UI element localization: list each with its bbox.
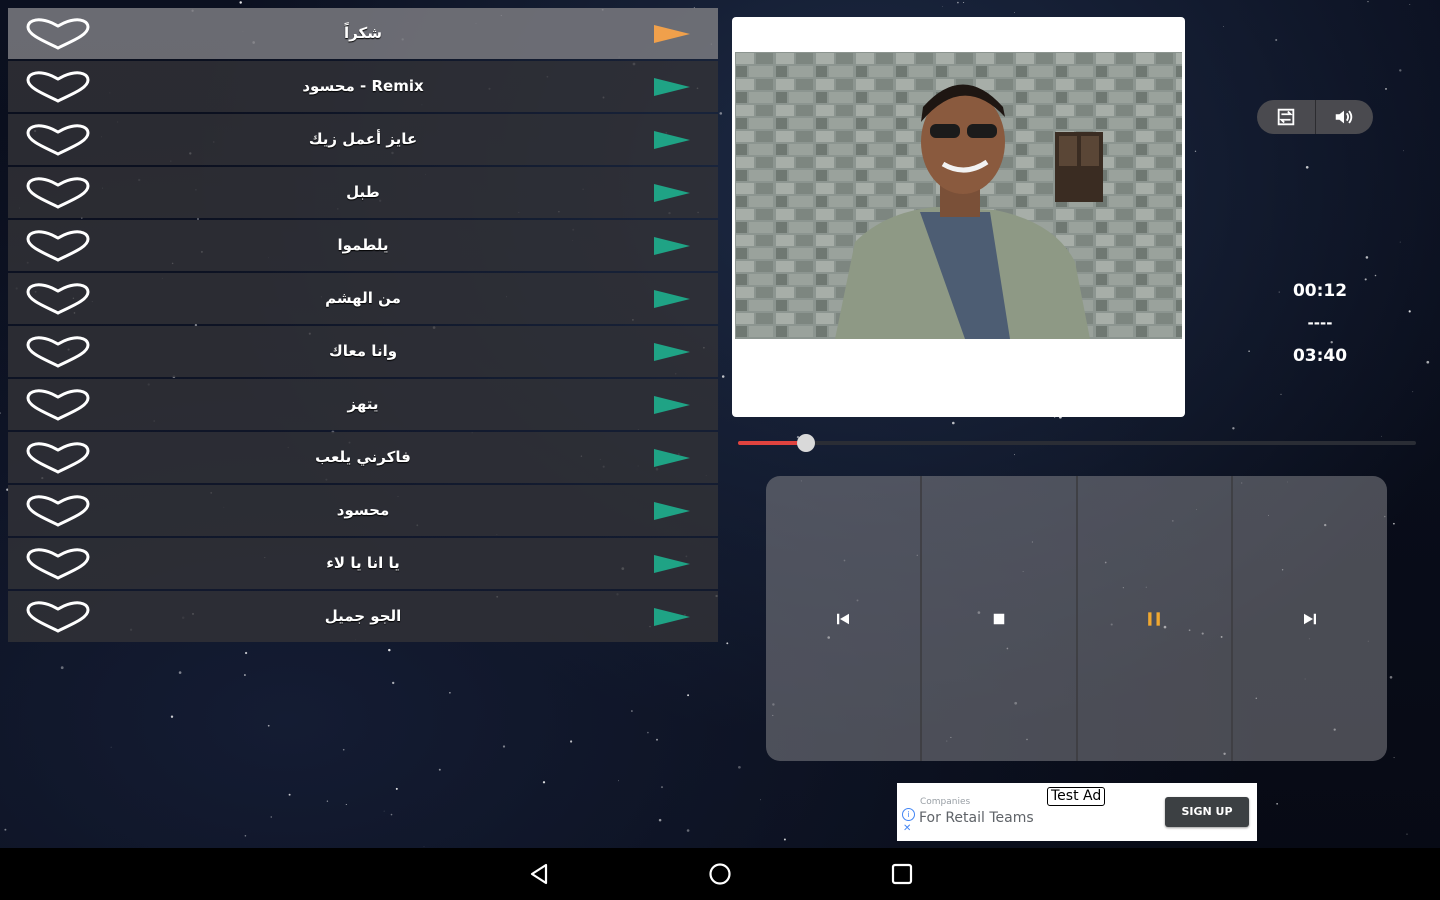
- play-triangle-icon[interactable]: [654, 396, 690, 414]
- heart-outline-icon[interactable]: [24, 600, 92, 634]
- seek-bar[interactable]: [738, 434, 1416, 452]
- track-title: محسود - Remix: [302, 77, 424, 95]
- play-triangle-icon[interactable]: [654, 131, 690, 149]
- play-triangle-icon[interactable]: [654, 343, 690, 361]
- playlist-row[interactable]: فاكرني يلعب: [8, 432, 718, 483]
- skip-next-icon: [1304, 613, 1317, 624]
- back-icon[interactable]: [526, 860, 554, 888]
- playlist-row[interactable]: يتهز: [8, 379, 718, 430]
- track-title: شكراً: [344, 24, 382, 42]
- playlist-row[interactable]: محسود: [8, 485, 718, 536]
- play-triangle-icon[interactable]: [654, 78, 690, 96]
- previous-button[interactable]: [766, 476, 920, 761]
- ad-text: For Retail Teams: [919, 810, 1034, 826]
- heart-outline-icon[interactable]: [24, 123, 92, 157]
- play-triangle-icon[interactable]: [654, 502, 690, 520]
- player-toggles: [1257, 100, 1373, 134]
- play-triangle-icon[interactable]: [654, 25, 690, 43]
- album-art: [732, 17, 1185, 417]
- heart-outline-icon[interactable]: [24, 335, 92, 369]
- stop-button[interactable]: [919, 476, 1076, 761]
- track-title: الجو جميل: [324, 607, 402, 625]
- volume-button[interactable]: [1314, 100, 1374, 134]
- stop-icon: [993, 613, 1004, 624]
- artist-photo: [735, 52, 1182, 339]
- play-triangle-icon[interactable]: [654, 555, 690, 573]
- seek-track: [738, 441, 1416, 445]
- playlist: شكراً محسود - Remix عايز أعمل زيك طبل يلطموا…: [8, 8, 718, 644]
- ad-signup-button[interactable]: SIGN UP: [1165, 797, 1249, 827]
- ad-banner[interactable]: i ✕ Companies For Retail Teams Test Ad S…: [897, 783, 1257, 841]
- track-title: فاكرني يلعب: [315, 448, 411, 466]
- recents-icon[interactable]: [888, 860, 916, 888]
- heart-outline-icon[interactable]: [24, 70, 92, 104]
- heart-outline-icon[interactable]: [24, 388, 92, 422]
- home-icon[interactable]: [706, 860, 734, 888]
- pause-button[interactable]: [1075, 476, 1232, 761]
- playlist-row[interactable]: وانا معاك: [8, 326, 718, 377]
- repeat-icon: [1277, 108, 1294, 126]
- track-title: وانا معاك: [328, 342, 398, 360]
- seek-progress: [738, 441, 806, 445]
- playlist-row[interactable]: شكراً: [8, 8, 718, 59]
- next-button[interactable]: [1231, 476, 1387, 761]
- ad-close-icon[interactable]: ✕: [903, 823, 911, 834]
- skip-previous-icon: [836, 613, 849, 624]
- ad-brand: Companies: [920, 797, 971, 807]
- playlist-row[interactable]: الجو جميل: [8, 591, 718, 642]
- heart-outline-icon[interactable]: [24, 547, 92, 581]
- playlist-row[interactable]: محسود - Remix: [8, 61, 718, 112]
- ad-info-icon[interactable]: i: [902, 808, 915, 821]
- play-triangle-icon[interactable]: [654, 237, 690, 255]
- track-title: محسود: [336, 501, 390, 519]
- volume-icon: [1336, 110, 1353, 124]
- playlist-row[interactable]: يا انا يا لاء: [8, 538, 718, 589]
- seek-thumb[interactable]: [797, 434, 815, 452]
- total-time: 03:40: [1292, 346, 1348, 366]
- track-title: من الهشم: [325, 289, 401, 307]
- playlist-row[interactable]: يلطموا: [8, 220, 718, 271]
- heart-outline-icon[interactable]: [24, 17, 92, 51]
- heart-outline-icon[interactable]: [24, 494, 92, 528]
- heart-outline-icon[interactable]: [24, 282, 92, 316]
- test-ad-badge: Test Ad: [1047, 787, 1106, 806]
- playlist-row[interactable]: عايز أعمل زيك: [8, 114, 718, 165]
- heart-outline-icon[interactable]: [24, 229, 92, 263]
- track-title: يا انا يا لاء: [326, 554, 400, 572]
- time-separator: ----: [1307, 314, 1333, 332]
- heart-outline-icon[interactable]: [24, 441, 92, 475]
- play-triangle-icon[interactable]: [654, 290, 690, 308]
- heart-outline-icon[interactable]: [24, 176, 92, 210]
- pause-icon: [1148, 611, 1161, 626]
- play-triangle-icon[interactable]: [654, 449, 690, 467]
- system-navigation-bar: [0, 848, 1440, 900]
- playlist-row[interactable]: طبل: [8, 167, 718, 218]
- play-triangle-icon[interactable]: [654, 608, 690, 626]
- track-title: طبل: [346, 183, 380, 201]
- playback-controls: [766, 476, 1387, 761]
- current-time: 00:12: [1292, 281, 1348, 301]
- track-title: عايز أعمل زيك: [308, 130, 418, 148]
- track-title: يلطموا: [337, 236, 389, 254]
- track-title: يتهز: [347, 395, 379, 413]
- play-triangle-icon[interactable]: [654, 184, 690, 202]
- playlist-row[interactable]: من الهشم: [8, 273, 718, 324]
- repeat-button[interactable]: [1257, 100, 1315, 134]
